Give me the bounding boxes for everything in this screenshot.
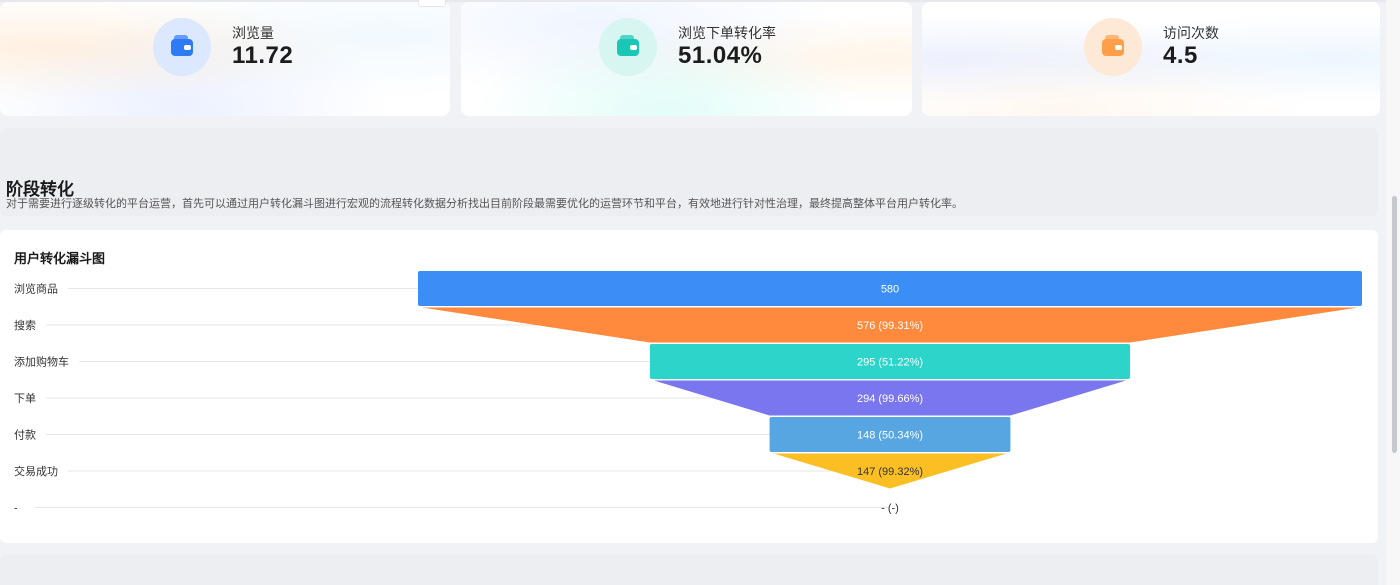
funnel-value-label: 294 (99.66%) [857, 393, 923, 405]
funnel-chart: 浏览商品搜索添加购物车下单付款交易成功 - 580 576 (99.31%) 295 (… [14, 271, 1362, 515]
section-description: 对于需要进行逐级转化的平台运营，首先可以通过用户转化漏斗图进行宏观的流程转化数据… [6, 198, 963, 210]
kpi-value-conversion: 51.04% [678, 42, 763, 69]
funnel-value-label: 147 (99.32%) [857, 466, 923, 478]
kpi-label-views: 浏览量 [232, 25, 274, 41]
funnel-value-label: 295 (51.22%) [857, 357, 923, 369]
next-section-band [0, 555, 1378, 585]
funnel-value-label: 576 (99.31%) [857, 320, 923, 332]
scrollbar-thumb[interactable] [1392, 196, 1397, 453]
kpi-icon-visits [1084, 18, 1142, 76]
funnel-stage-label: 搜索 [14, 318, 36, 332]
funnel-stage-label: 浏览商品 [14, 282, 58, 296]
funnel-stage-label: 付款 [14, 428, 36, 442]
corner-handle [418, 0, 446, 7]
wallet-icon [617, 34, 639, 56]
kpi-icon-conversion [599, 18, 657, 76]
wallet-icon [1102, 34, 1124, 56]
funnel-stage-label: 交易成功 [14, 464, 58, 478]
kpi-label-visits: 访问次数 [1163, 25, 1219, 41]
kpi-value-visits: 4.5 [1163, 42, 1198, 69]
funnel-value-label: - (-) [881, 503, 899, 515]
funnel-stage-label: 添加购物车 [14, 355, 69, 369]
funnel-value-label: 148 (50.34%) [857, 430, 923, 442]
wallet-icon [171, 34, 193, 56]
funnel-stage-label: - [14, 503, 18, 515]
funnel-stage-label: 下单 [14, 392, 36, 405]
kpi-icon-views [153, 18, 211, 76]
funnel-value-label: 580 [881, 284, 899, 296]
kpi-label-conversion: 浏览下单转化率 [678, 25, 776, 41]
kpi-card-visits [922, 2, 1380, 116]
kpi-card-views [0, 2, 450, 116]
kpi-value-views: 11.72 [232, 42, 294, 69]
